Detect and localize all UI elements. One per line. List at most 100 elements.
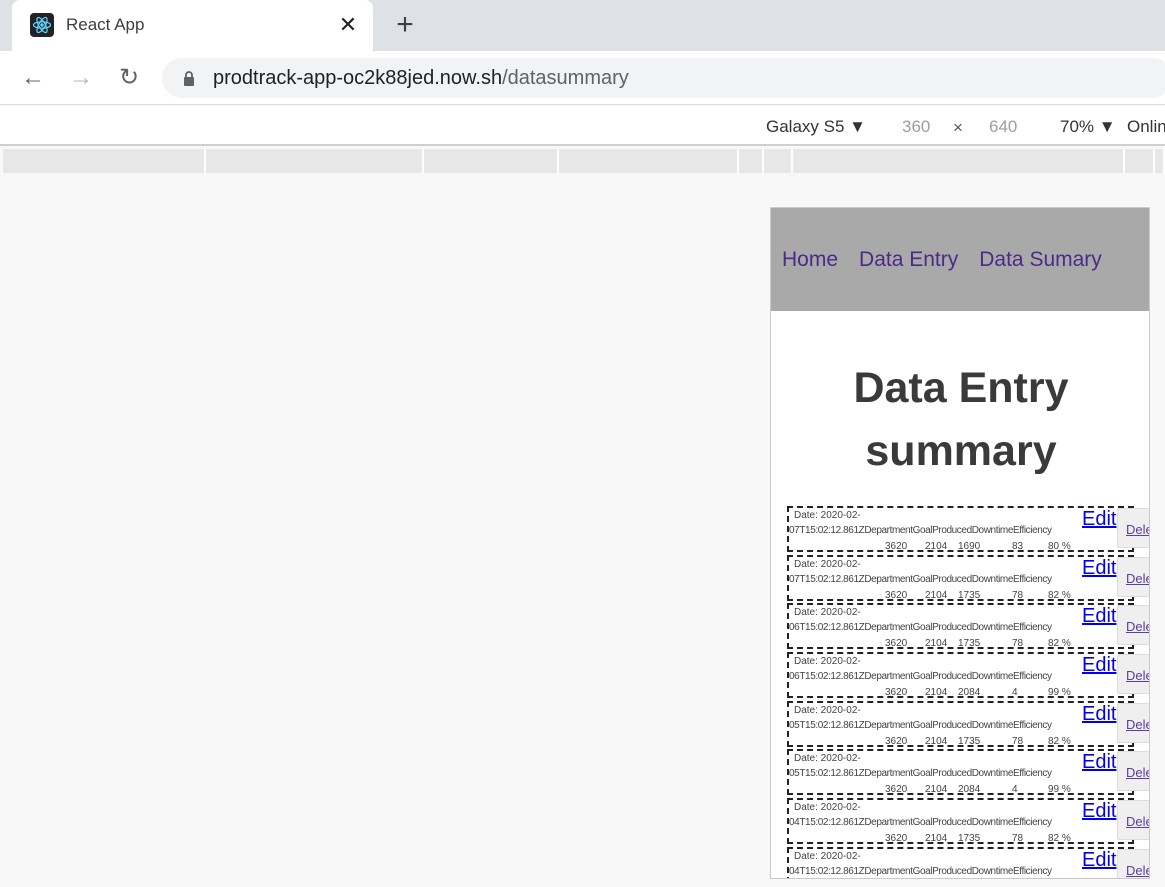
reload-icon[interactable]: ↻ xyxy=(115,64,143,92)
media-query-segment[interactable] xyxy=(424,149,559,173)
label-department: Department xyxy=(864,719,913,731)
value-department: 3620 xyxy=(885,541,908,552)
delete-button[interactable]: Dele xyxy=(1117,654,1149,695)
entry-date-time: 06T15:02:12.861Z xyxy=(789,622,865,634)
url-path: /datasummary xyxy=(502,67,629,89)
label-produced: Produced xyxy=(932,768,972,780)
new-tab-icon[interactable]: + xyxy=(392,10,418,40)
label-downtime: Downtime xyxy=(971,671,1014,683)
value-produced: 2084 xyxy=(958,784,981,796)
back-arrow-icon[interactable]: ← xyxy=(19,64,47,92)
label-efficiency: Efficiency xyxy=(1013,719,1052,731)
close-icon[interactable]: ✕ xyxy=(336,13,360,37)
delete-button[interactable]: Dele xyxy=(1117,702,1149,743)
delete-button[interactable]: Dele xyxy=(1117,556,1149,597)
media-query-segment[interactable] xyxy=(559,149,739,173)
value-downtime: 78 xyxy=(1012,589,1024,601)
label-efficiency: Efficiency xyxy=(1013,573,1052,585)
edit-link[interactable]: Edit xyxy=(1082,557,1116,580)
app-nav: Home Data Entry Data Sumary xyxy=(771,208,1149,311)
list-item: Date: 2020-02- 05T15:02:12.861ZDepartment… xyxy=(787,700,1149,749)
delete-button[interactable]: Dele xyxy=(1117,751,1149,792)
value-efficiency: 82 % xyxy=(1048,638,1071,650)
value-goal: 2104 xyxy=(925,541,948,552)
label-efficiency: Efficiency xyxy=(1013,817,1052,829)
value-goal: 2104 xyxy=(925,687,948,699)
value-goal: 2104 xyxy=(925,784,948,796)
entry-values: 3620 2104 1690 83 80 % xyxy=(789,541,1089,553)
label-department: Department xyxy=(864,622,913,634)
entry-header-line: 05T15:02:12.861ZDepartmentGoalProducedDo… xyxy=(789,720,1052,731)
label-efficiency: Efficiency xyxy=(1013,525,1052,536)
label-produced: Produced xyxy=(932,817,972,829)
url-host: prodtrack-app-oc2k88jed.now.sh xyxy=(213,67,503,89)
label-department: Department xyxy=(864,525,913,536)
media-query-segment[interactable] xyxy=(3,149,206,173)
label-produced: Produced xyxy=(932,719,972,731)
width-field[interactable]: 360 xyxy=(902,117,930,137)
nav-link-data-summary[interactable]: Data Sumary xyxy=(979,248,1102,272)
label-produced: Produced xyxy=(932,671,972,683)
value-efficiency: 99 % xyxy=(1048,784,1071,796)
entry-values: 3620 2104 2084 4 99 % xyxy=(789,687,1089,699)
height-field[interactable]: 640 xyxy=(989,117,1017,137)
label-produced: Produced xyxy=(932,573,972,585)
nav-link-data-entry[interactable]: Data Entry xyxy=(859,248,958,272)
label-efficiency: Efficiency xyxy=(1013,865,1052,877)
media-query-segment[interactable] xyxy=(764,149,793,173)
label-downtime: Downtime xyxy=(971,865,1014,877)
network-select[interactable]: Online xyxy=(1127,117,1165,137)
edit-link[interactable]: Edit xyxy=(1082,508,1116,531)
entry-date-time: 07T15:02:12.861Z xyxy=(789,573,865,585)
label-goal: Goal xyxy=(912,622,933,634)
list-item: Date: 2020-02- 06T15:02:12.861ZDepartment… xyxy=(787,651,1149,700)
times-icon: × xyxy=(953,118,963,137)
label-downtime: Downtime xyxy=(971,622,1014,634)
value-downtime: 4 xyxy=(1012,784,1018,796)
media-query-segment[interactable] xyxy=(1155,149,1165,173)
browser-toolbar: ← → ↻ prodtrack-app-oc2k88jed.now.sh/dat… xyxy=(0,51,1165,105)
media-query-segment[interactable] xyxy=(1125,149,1155,173)
label-downtime: Downtime xyxy=(971,768,1014,780)
delete-button[interactable]: Dele xyxy=(1117,848,1149,878)
device-select[interactable]: Galaxy S5 ▼ xyxy=(766,117,866,137)
value-department: 3620 xyxy=(885,687,908,699)
media-query-segment[interactable] xyxy=(206,149,424,173)
delete-button[interactable]: Dele xyxy=(1117,605,1149,646)
media-query-segment[interactable] xyxy=(739,149,764,173)
label-goal: Goal xyxy=(912,573,933,585)
label-produced: Produced xyxy=(932,865,972,877)
delete-button[interactable]: Dele xyxy=(1117,508,1149,548)
edit-link[interactable]: Edit xyxy=(1082,654,1116,677)
device-toolbar: Galaxy S5 ▼ 360 × 640 70% ▼ Online xyxy=(0,106,1165,146)
browser-tab[interactable]: React App ✕ xyxy=(12,0,373,51)
edit-link[interactable]: Edit xyxy=(1082,800,1116,823)
label-goal: Goal xyxy=(912,817,933,829)
label-produced: Produced xyxy=(932,622,972,634)
tab-title: React App xyxy=(66,15,145,34)
edit-link[interactable]: Edit xyxy=(1082,703,1116,726)
nav-link-home[interactable]: Home xyxy=(782,248,838,272)
edit-link[interactable]: Edit xyxy=(1082,849,1116,872)
media-query-segment[interactable] xyxy=(793,149,1125,173)
address-bar[interactable]: prodtrack-app-oc2k88jed.now.sh/datasumma… xyxy=(162,58,1165,98)
value-efficiency: 82 % xyxy=(1048,589,1071,601)
delete-button[interactable]: Dele xyxy=(1117,800,1149,841)
label-goal: Goal xyxy=(912,719,933,731)
label-goal: Goal xyxy=(912,768,933,780)
dropdown-arrow-icon: ▼ xyxy=(849,117,866,136)
forward-arrow-icon[interactable]: → xyxy=(67,64,95,92)
value-department: 3620 xyxy=(885,735,908,747)
list-item: Date: 2020-02- 07T15:02:12.861ZDepartment… xyxy=(787,505,1149,554)
page-title: Data Entry summary xyxy=(853,364,1069,475)
entry-date-time: 04T15:02:12.861Z xyxy=(789,865,865,877)
label-downtime: Downtime xyxy=(971,525,1014,536)
value-department: 3620 xyxy=(885,638,908,650)
edit-link[interactable]: Edit xyxy=(1082,751,1116,774)
value-goal: 2104 xyxy=(925,638,948,650)
edit-link[interactable]: Edit xyxy=(1082,605,1116,628)
zoom-select[interactable]: 70% ▼ xyxy=(1060,117,1116,137)
label-department: Department xyxy=(864,865,913,877)
tab-strip: React App ✕ + xyxy=(0,0,1165,51)
lock-icon xyxy=(184,71,194,86)
